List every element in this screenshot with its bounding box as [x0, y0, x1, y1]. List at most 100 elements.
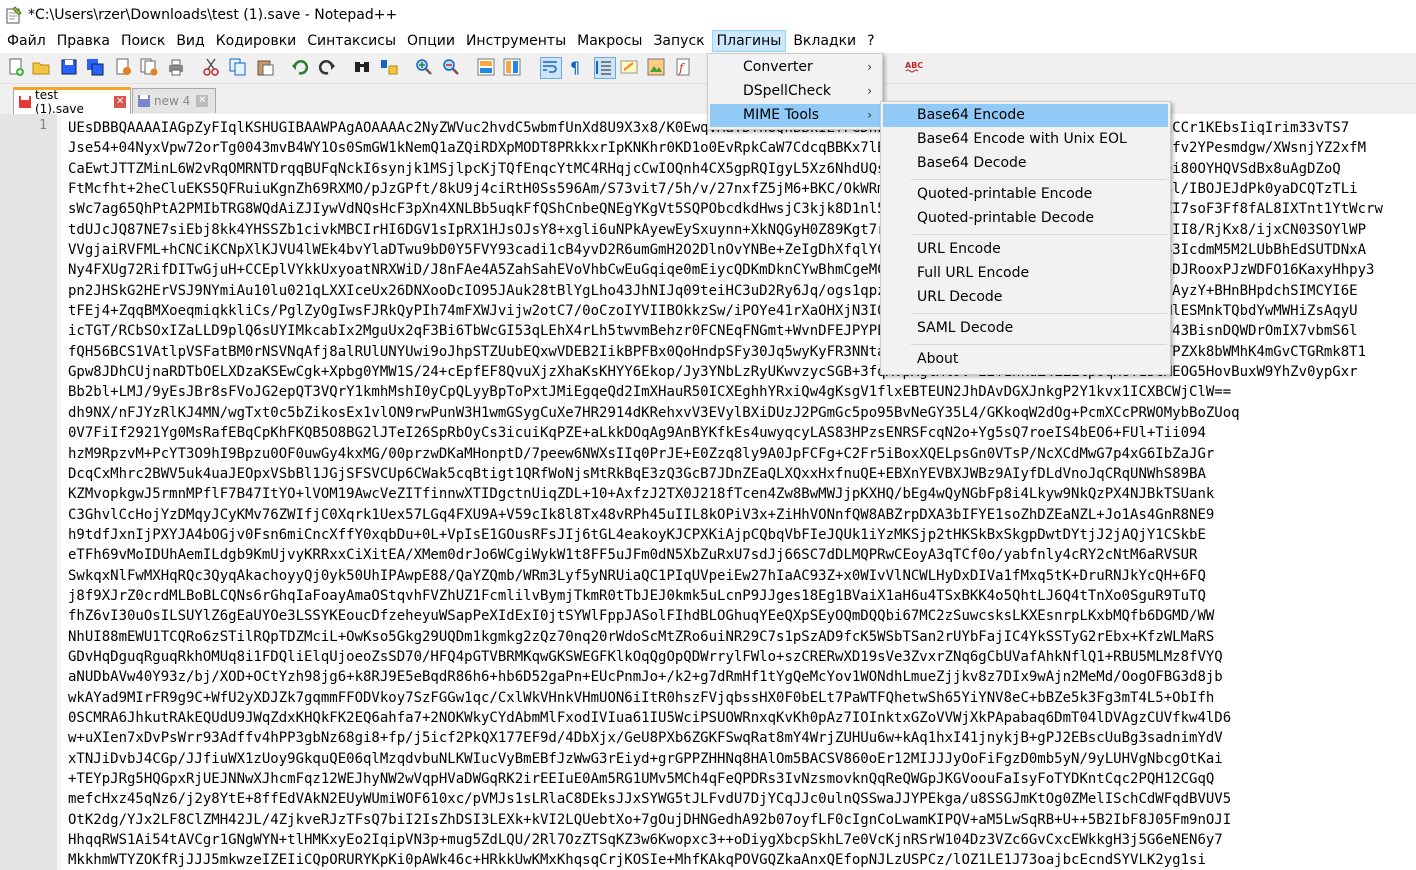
text-line[interactable]: xTNJiDvbJ4CGp/JJfiuWX1zUoy9GkquQE06qlMzq…	[68, 749, 1383, 769]
menu-1[interactable]: Правка	[53, 30, 114, 52]
indent-guide-icon[interactable]	[594, 57, 616, 79]
sync-vertical-icon[interactable]	[477, 58, 495, 76]
text-line[interactable]: 0V7FiIf2921Yg0MsRafEBqCpKhFKQB5O8BG2lJTe…	[68, 423, 1383, 443]
text-line[interactable]: 0SCMRA6JhkutRAkEQUdU9JWqZdxKHQkFK2EQ6ahf…	[68, 708, 1383, 728]
save-icon[interactable]	[60, 58, 78, 76]
spell-check-icon[interactable]: ABC	[905, 58, 923, 76]
menu-item-label: Base64 Encode	[917, 107, 1025, 123]
mime-tools-submenu: Base64 Encode Base64 Encode with Unix EOL…	[880, 101, 1171, 375]
mime-menu-item[interactable]: Quoted-printable Encode	[883, 183, 1168, 206]
text-line[interactable]: pn2JHSkG2HErVSJ9NYmiAu10lu021qLXXIceUx26…	[68, 281, 1383, 301]
new-file-icon[interactable]	[7, 58, 25, 76]
menu-7[interactable]: Инструменты	[462, 30, 570, 52]
find-icon[interactable]	[353, 58, 371, 76]
text-content[interactable]: UEsDBBQAAAAIAGpZyFIqlKSHUGIBAAWPAgAOAAAA…	[68, 118, 1383, 870]
text-line[interactable]: OtK2dg/YJx2LF8ClZMH42JL/4ZjkveRJzTFsQ7bi…	[68, 810, 1383, 830]
text-line[interactable]: sWc7ag65QhPtA2PMIbTRG8WQdAiZJIywVdNQsHcF…	[68, 199, 1383, 219]
text-line[interactable]: VVgjaiRVFML+hCNCiKCNpXlKJVU4lWEk4bvYlaDT…	[68, 240, 1383, 260]
menu-3[interactable]: Вид	[172, 30, 208, 52]
mime-menu-item[interactable]: Base64 Decode	[883, 152, 1168, 175]
menu-separator	[911, 313, 1167, 314]
replace-icon[interactable]	[380, 58, 398, 76]
text-line[interactable]: C3GhvlCcHojYzDMqyJCyKMv76ZWIfjC0Xqrk1Uex…	[68, 505, 1383, 525]
plugins-menu-item[interactable]: MIME Tools ›	[710, 104, 880, 127]
text-line[interactable]: DcqCxMhrc2BWV5uk4uaJEOpxVSbBl1JGjSFSVCUp…	[68, 464, 1383, 484]
undo-icon[interactable]	[291, 58, 309, 76]
text-line[interactable]: aNUDbAVw40Y93z/bj/XOD+OCtYzh98jg6+k8RJ9E…	[68, 667, 1383, 687]
user-defined-language-icon[interactable]	[620, 58, 638, 76]
menu-6[interactable]: Опции	[403, 30, 459, 52]
mime-menu-item[interactable]: URL Decode	[883, 286, 1168, 309]
menu-12[interactable]: ?	[863, 30, 878, 52]
text-line[interactable]: FtMcfht+2heCluEKS5QFRuiuKgnZh69RXMO/pJzG…	[68, 179, 1383, 199]
print-icon[interactable]	[167, 58, 185, 76]
menu-8[interactable]: Макросы	[573, 30, 646, 52]
text-line[interactable]: GDvHqDguqRguqRkhOMUq8i1FDQliElqUjoeoZsSD…	[68, 647, 1383, 667]
menu-4[interactable]: Кодировки	[212, 30, 301, 52]
tab-new-4[interactable]: new 4 ✕	[132, 88, 216, 113]
text-line[interactable]: h9tdfJxnIjPXYJA4bOGjv0Fsn6miCncXffY0xqbD…	[68, 525, 1383, 545]
text-line[interactable]: Jse54+04NyxVpw72orTg0043mvB4WY1Os0SmGW1k…	[68, 138, 1383, 158]
text-line[interactable]: dh9NX/nFJYzRlKJ4MN/wgTxt0c5bZikosEx1vlON…	[68, 403, 1383, 423]
text-line[interactable]: +TEYpJRg5HQGpxRjUEJNNwXJhcmFqz12WEJhyNW2…	[68, 769, 1383, 789]
menu-item-label: SAML Decode	[917, 320, 1014, 336]
menu-5[interactable]: Синтаксисы	[303, 30, 400, 52]
text-line[interactable]: eTFh69vMoIDUhAemILdgb9KmUjvyKRRxxCiXitEA…	[68, 545, 1383, 565]
tab-test-save[interactable]: test (1).save ✕	[13, 87, 131, 116]
mime-menu-item[interactable]: Full URL Encode	[883, 262, 1168, 285]
text-line[interactable]: Bb2bl+LMJ/9yEsJBr8sFVoJG2epQT3VQrY1kmhMs…	[68, 382, 1383, 402]
show-all-characters-icon[interactable]: ¶	[567, 58, 585, 76]
zoom-out-icon[interactable]	[442, 58, 460, 76]
text-line[interactable]: fQH56BCS1VAtlpVSFatBM0rNSVNqAfj8alRUlUNY…	[68, 342, 1383, 362]
menu-0[interactable]: Файл	[3, 30, 50, 52]
text-line[interactable]: NhUI88mEWU1TCQRo6zSTilRQpTDZMciL+OwKso5G…	[68, 627, 1383, 647]
save-all-icon[interactable]	[86, 58, 104, 76]
text-line[interactable]: HhqqRWS1Ai54tAVCgr1GNgWYN+tlHMKxyEo2Iqip…	[68, 830, 1383, 850]
menu-2[interactable]: Поиск	[117, 30, 169, 52]
mime-menu-item[interactable]: Base64 Encode	[883, 104, 1168, 127]
close-file-icon[interactable]	[114, 58, 132, 76]
text-line[interactable]: MkkhmWTYZOKfRjJJJ5mkwzeIZEIiCQpORURYKpKi…	[68, 850, 1383, 870]
menu-10[interactable]: Плагины	[711, 30, 787, 52]
plugins-menu-item[interactable]: DSpellCheck ›	[710, 80, 880, 103]
text-line[interactable]: wkAYad9MIrFR9g9C+WfU2yXDJZk7gqmmFFODVkoy…	[68, 688, 1383, 708]
redo-icon[interactable]	[318, 58, 336, 76]
text-line[interactable]: w+uXIen7xDvPsWrr93Adffv4hPP3gbNz68gi8+fp…	[68, 728, 1383, 748]
zoom-in-icon[interactable]	[415, 58, 433, 76]
mime-menu-item[interactable]: Base64 Encode with Unix EOL	[883, 128, 1168, 151]
paste-icon[interactable]	[256, 58, 274, 76]
plugins-menu-item[interactable]: Converter ›	[710, 56, 880, 79]
mime-menu-item[interactable]: Quoted-printable Decode	[883, 207, 1168, 230]
editor[interactable]: 1 UEsDBBQAAAAIAGpZyFIqlKSHUGIBAAWPAgAOAA…	[0, 114, 1416, 870]
menu-11[interactable]: Вкладки	[789, 30, 860, 52]
document-map-icon[interactable]	[647, 58, 665, 76]
text-line[interactable]: icTGT/RCbSOxIZaLLD9plQ6sUYIMkcabIx2MguUx…	[68, 321, 1383, 341]
mime-menu-item[interactable]: About	[883, 348, 1168, 371]
close-tab-icon[interactable]: ✕	[114, 96, 126, 108]
sync-horizontal-icon[interactable]	[503, 58, 521, 76]
mime-menu-item[interactable]: SAML Decode	[883, 317, 1168, 340]
function-list-icon[interactable]: f	[675, 58, 693, 76]
text-line[interactable]: Gpw8JDhCUjnaRDTbOELXDzaKSEwCgk+Xpbg0YMW1…	[68, 362, 1383, 382]
menu-9[interactable]: Запуск	[649, 30, 708, 52]
text-line[interactable]: CaEwtJTTZMinL6W2vRqOMRNTDrqqBUFqNckI6syn…	[68, 159, 1383, 179]
word-wrap-icon[interactable]	[540, 57, 562, 79]
text-line[interactable]: SwkqxNlFwMXHqRQc3QyqAkachoyyQj0yk50UhIPA…	[68, 566, 1383, 586]
tab-label: new 4	[154, 94, 191, 108]
text-line[interactable]: Ny4FXUg72RifDITwGjuH+CCEplVYkkUxyoatNRXW…	[68, 260, 1383, 280]
text-line[interactable]: tFEj4+ZqqBMXoeqmiqkkliCs/PglZyOgIwsFJRkQ…	[68, 301, 1383, 321]
text-line[interactable]: j8f9XJrZ0crdMLBoBLCQNs6rGhqIaFoayAmaOStq…	[68, 586, 1383, 606]
close-tab-icon[interactable]: ✕	[196, 95, 209, 107]
cut-icon[interactable]	[202, 58, 220, 76]
text-line[interactable]: mefcHxz45qNz6/j2y8YtE+8ffEdVAkN2EUyWUmiW…	[68, 789, 1383, 809]
copy-icon[interactable]	[229, 58, 247, 76]
open-file-icon[interactable]	[32, 58, 50, 76]
mime-menu-item[interactable]: URL Encode	[883, 238, 1168, 261]
text-line[interactable]: fhZ6vI30uOsILSUYlZ6gEaUYOe3LSSYKEoucDfze…	[68, 606, 1383, 626]
close-all-icon[interactable]	[140, 58, 158, 76]
submenu-arrow-icon: ›	[867, 60, 872, 74]
text-line[interactable]: tdUJcJQ87NE7siEbj8kk4YHSSZb1civkMBCIrHI6…	[68, 220, 1383, 240]
text-line[interactable]: hzM9RpzvM+PcYT3O9hI9Bpzu0OF0uwGy4kxMG/00…	[68, 444, 1383, 464]
tab-label: test (1).save	[35, 88, 84, 116]
text-line[interactable]: KZMvopkgwJ5rmnMPflF7B47ItYO+lVOM19AwcVeZ…	[68, 484, 1383, 504]
